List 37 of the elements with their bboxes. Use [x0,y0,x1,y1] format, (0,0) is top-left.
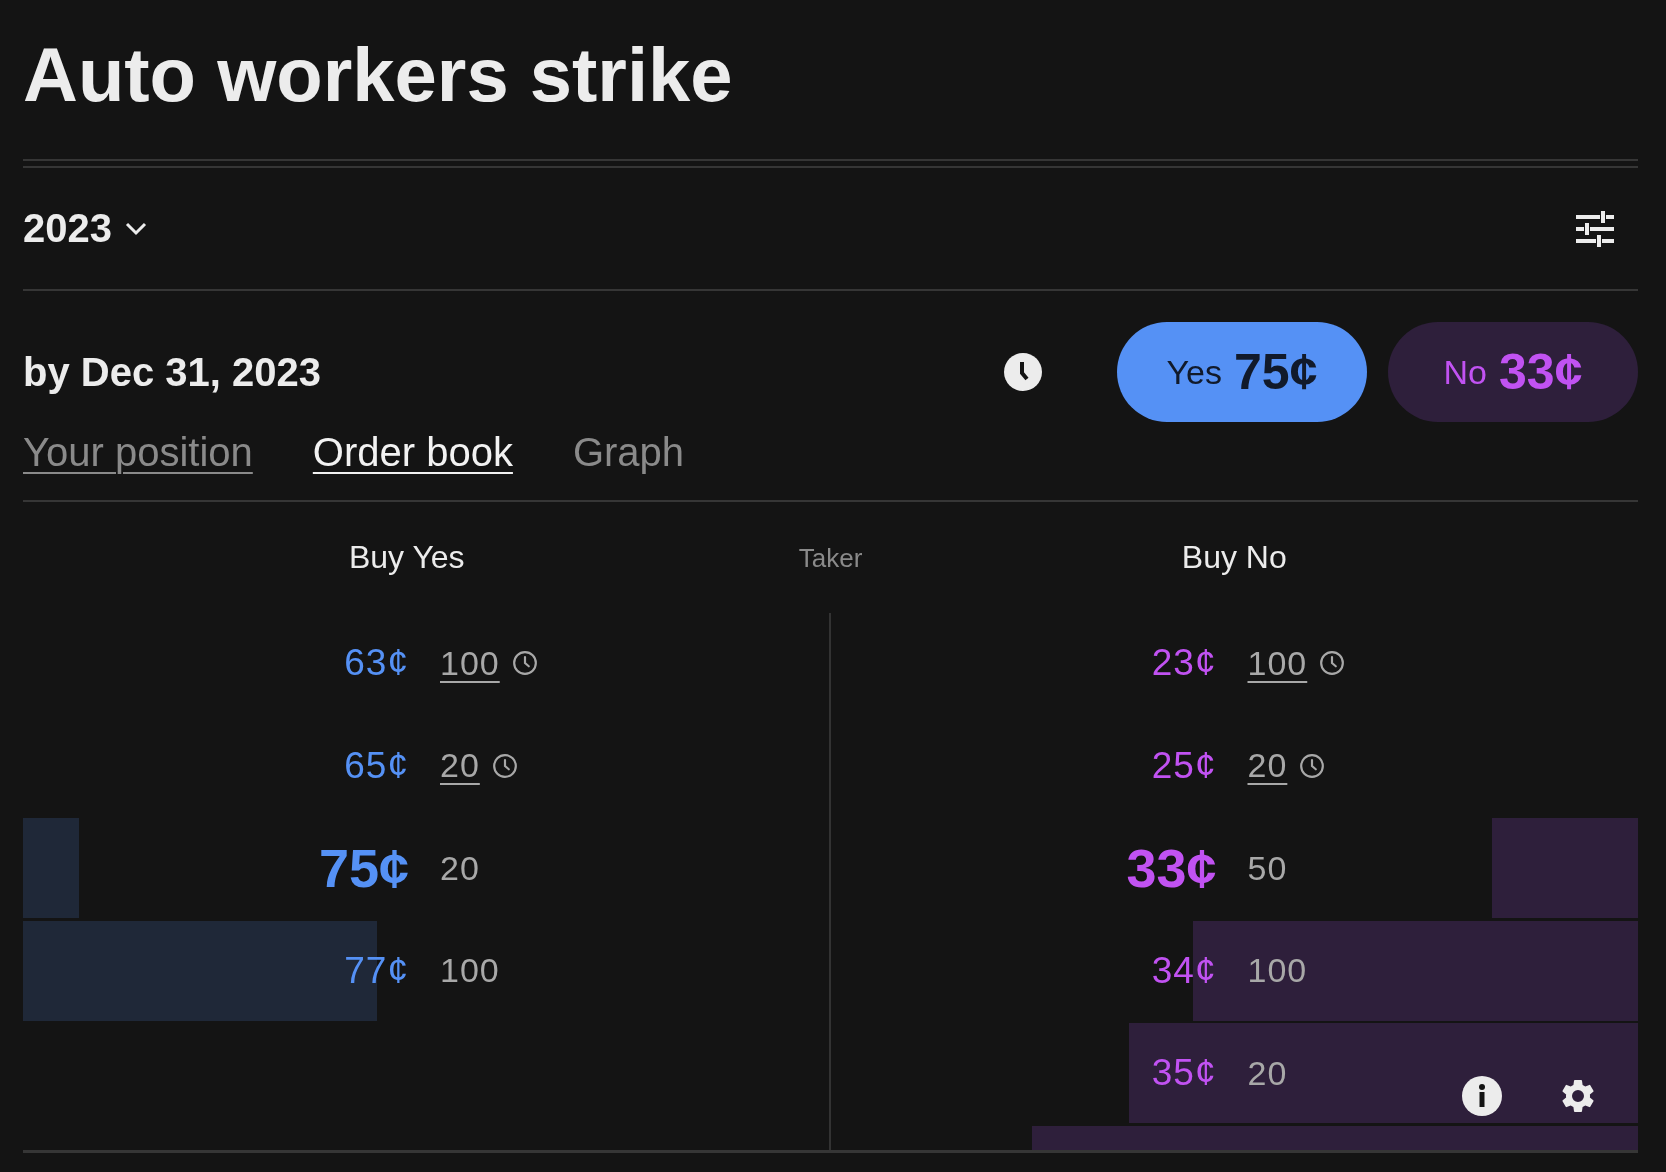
quantity[interactable]: 100 [1247,643,1308,683]
quantity[interactable]: 100 [440,643,500,683]
price: 33¢ [1126,837,1217,899]
tab[interactable]: Order book [312,430,513,474]
clock-icon [491,752,518,779]
quantity[interactable]: 20 [1247,746,1288,785]
price: 23¢ [1151,642,1217,684]
info-icon[interactable] [1462,1076,1502,1116]
sliders-icon[interactable] [1576,210,1614,247]
price: 75¢ [318,837,409,899]
price: 63¢ [344,642,409,684]
column-header: Buy No [1181,539,1287,576]
tab[interactable]: Graph [572,430,685,474]
price: 77¢ [344,949,409,992]
yes-price-button[interactable]: Yes 75¢ [1117,322,1367,422]
no-price-button[interactable]: No 33¢ [1388,322,1638,422]
chevron-down-icon [124,220,148,237]
clock-icon[interactable] [1003,352,1043,392]
resolution-date: by Dec 31, 2023 [23,349,322,395]
page-title: Auto workers strike [23,30,734,119]
quantity: 20 [440,848,480,888]
year-dropdown[interactable]: 2023 [23,206,148,251]
price: 25¢ [1151,744,1217,787]
column-header: Buy Yes [348,539,465,576]
quantity[interactable]: 20 [440,746,480,785]
price: 65¢ [344,744,409,787]
price: 35¢ [1151,1052,1217,1094]
quantity: 100 [440,951,500,990]
quantity: 20 [1247,1053,1288,1093]
quantity: 100 [1247,951,1308,990]
price: 34¢ [1151,949,1217,992]
clock-icon [1299,752,1326,779]
clock-icon [511,650,538,676]
tab[interactable]: Your position [23,430,253,474]
column-header: Taker [798,542,863,573]
quantity: 50 [1247,848,1288,888]
clock-icon [1319,650,1346,676]
